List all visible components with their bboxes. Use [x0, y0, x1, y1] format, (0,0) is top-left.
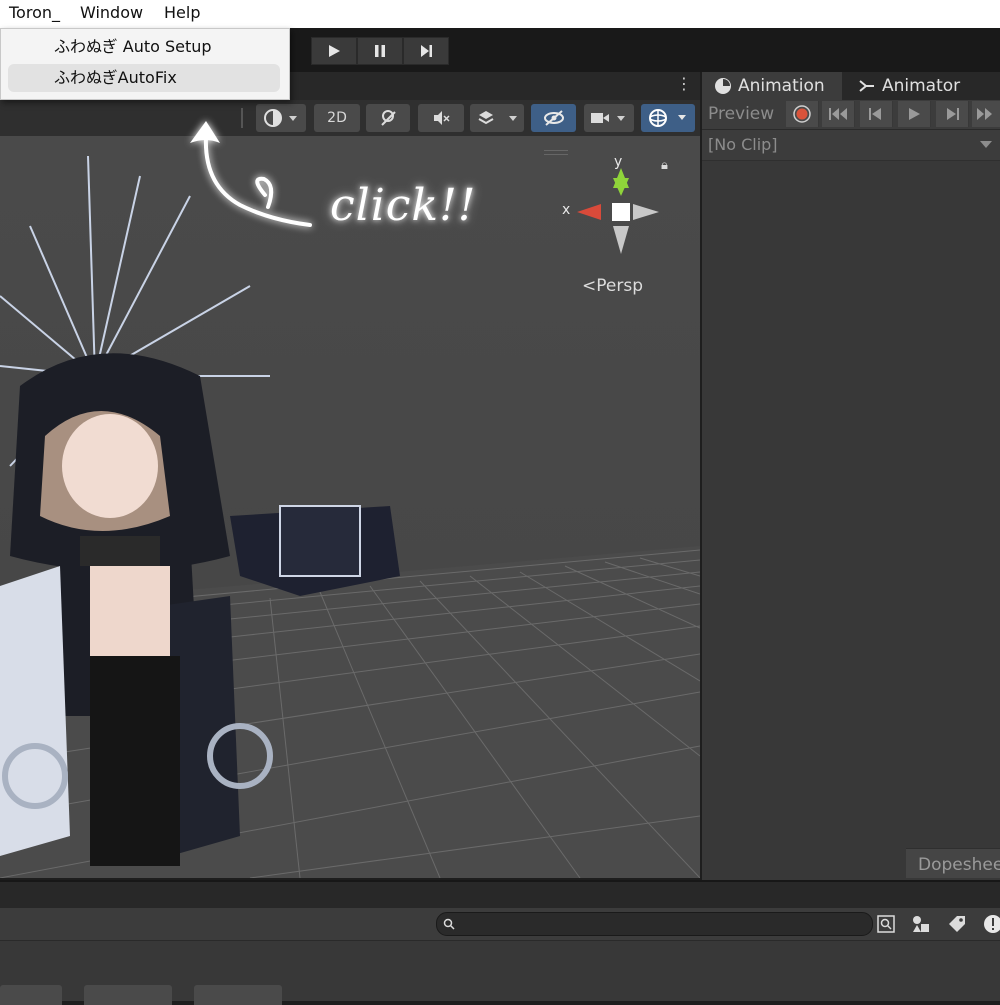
effects-button[interactable]: [470, 104, 524, 132]
animation-panel: [702, 72, 1000, 880]
tab-animation[interactable]: Animation: [714, 72, 825, 100]
clock-icon: [715, 78, 731, 94]
play-animation-button[interactable]: [898, 101, 931, 127]
persp-arrow-icon: <: [582, 276, 597, 296]
first-keyframe-button[interactable]: [822, 101, 855, 127]
tab-animation-label: Animation: [738, 76, 825, 96]
audio-toggle-button[interactable]: [418, 104, 464, 132]
drag-handle[interactable]: [544, 150, 568, 155]
step-back-icon: [869, 108, 881, 120]
clip-value: [No Clip]: [708, 135, 778, 154]
preview-toggle[interactable]: Preview: [708, 104, 774, 124]
pause-icon: [375, 45, 385, 57]
clip-selector[interactable]: [No Clip]: [702, 130, 1000, 161]
visibility-toggle-button[interactable]: [531, 104, 576, 132]
gizmo-axis-y-label: y: [614, 154, 623, 170]
step-button[interactable]: [403, 37, 449, 65]
prev-keyframe-button[interactable]: [860, 101, 893, 127]
tag-icon: [949, 916, 965, 932]
lock-icon[interactable]: 🔒︎: [661, 158, 668, 173]
play-button[interactable]: [311, 37, 357, 65]
camera-settings-button[interactable]: [584, 104, 634, 132]
search-window-icon: [877, 915, 895, 933]
menu-help[interactable]: Help: [164, 3, 200, 22]
projection-toggle[interactable]: <Persp: [582, 276, 643, 296]
next-keyframe-button[interactable]: [936, 101, 969, 127]
camera-icon: [591, 113, 625, 123]
menu-item-auto-setup[interactable]: ふわぬぎ Auto Setup: [8, 33, 280, 61]
play-icon: [329, 45, 340, 57]
folder-tile[interactable]: [84, 985, 172, 1005]
click-annotation: click!!: [330, 180, 477, 231]
filter-by-type-button[interactable]: [906, 910, 936, 938]
filter-by-label-button[interactable]: [942, 910, 972, 938]
folder-tile[interactable]: [194, 985, 282, 1005]
console-warning-button[interactable]: [978, 910, 1000, 938]
layers-icon: [478, 111, 517, 125]
tab-animator[interactable]: Animator: [858, 72, 960, 100]
bottom-tab-strip: [0, 880, 1000, 910]
step-icon: [421, 45, 432, 57]
menu-window[interactable]: Window: [80, 3, 143, 22]
search-icon: [443, 918, 455, 930]
folder-tile[interactable]: [0, 985, 62, 1005]
tab-animator-label: Animator: [882, 76, 961, 96]
search-input[interactable]: [436, 912, 873, 936]
step-forward-icon: [947, 108, 959, 120]
pause-button[interactable]: [357, 37, 403, 65]
gizmo-axis-x-label: x: [562, 202, 571, 218]
dopesheet-toggle[interactable]: Dopesheet: [906, 848, 1000, 878]
more-options-icon[interactable]: ⋮: [676, 74, 692, 93]
gizmo-icon: [649, 109, 686, 127]
skip-forward-icon: [977, 108, 992, 120]
lighting-toggle-button[interactable]: [366, 104, 410, 132]
shapes-icon: [913, 916, 929, 932]
hidden-eye-icon: [543, 110, 564, 126]
search-scope-button[interactable]: [871, 910, 901, 938]
record-button[interactable]: [786, 101, 819, 127]
skip-back-icon: [829, 108, 847, 120]
chevron-down-icon: [980, 141, 992, 148]
gizmos-button[interactable]: [641, 104, 695, 132]
last-keyframe-button[interactable]: [972, 101, 1000, 127]
toron-dropdown-menu: ふわぬぎ Auto Setup ふわぬぎAutoFix: [0, 28, 290, 100]
audio-mute-icon: [434, 111, 450, 125]
orientation-gizmo[interactable]: [555, 156, 665, 276]
menu-toron[interactable]: Toron_: [9, 3, 60, 22]
menu-bar: Toron_ Window Help: [0, 0, 1000, 28]
scene-viewport[interactable]: y x 🔒︎ <Persp: [0, 136, 700, 878]
record-icon: [793, 105, 811, 123]
lighting-icon: [381, 110, 396, 126]
annotation-arrow: [190, 121, 312, 227]
menu-item-autofix[interactable]: ふわぬぎAutoFix: [8, 64, 280, 92]
animator-icon: [859, 80, 874, 92]
play-icon: [909, 108, 920, 120]
projection-label: Persp: [596, 276, 643, 296]
info-icon: [984, 915, 1000, 933]
